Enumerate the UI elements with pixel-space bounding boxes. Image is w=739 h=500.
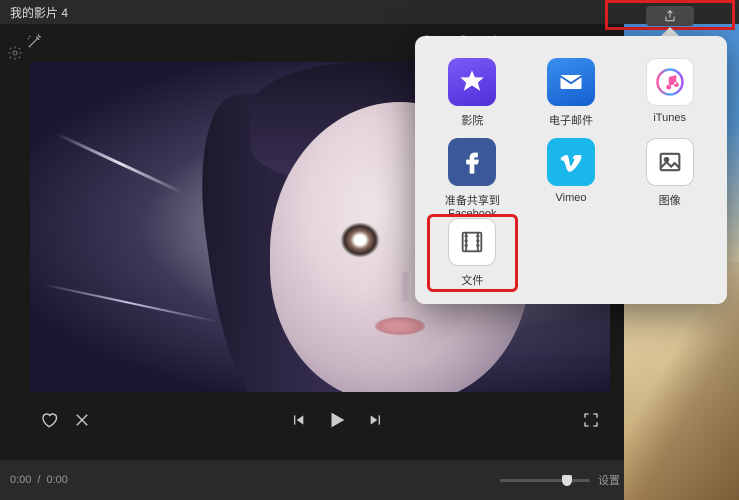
shuffle-icon[interactable] xyxy=(73,411,91,429)
project-title: 我的影片 4 xyxy=(10,4,68,21)
share-option-image[interactable]: 图像 xyxy=(624,134,715,210)
share-option-itunes[interactable]: iTunes xyxy=(624,54,715,130)
share-icon xyxy=(663,9,677,23)
settings-gear-icon[interactable] xyxy=(6,44,24,62)
magic-wand-icon[interactable] xyxy=(25,33,43,51)
current-time: 0:00 xyxy=(10,474,31,486)
duration: 0:00 xyxy=(46,474,67,486)
share-label: 文件 xyxy=(461,272,483,286)
share-option-file[interactable]: 文件 xyxy=(427,214,518,292)
share-option-vimeo[interactable]: Vimeo xyxy=(526,134,617,210)
share-label: 电子邮件 xyxy=(549,112,593,126)
favorite-icon[interactable] xyxy=(40,411,58,429)
share-button[interactable] xyxy=(646,6,694,26)
share-label: 准备共享到 Facebook xyxy=(431,192,514,206)
share-label: iTunes xyxy=(653,112,686,126)
next-icon[interactable] xyxy=(368,412,384,428)
previous-icon[interactable] xyxy=(290,412,306,428)
fullscreen-icon[interactable] xyxy=(582,411,600,429)
playback-controls xyxy=(30,400,610,440)
share-label: 影院 xyxy=(461,112,483,126)
share-option-email[interactable]: 电子邮件 xyxy=(526,54,617,130)
image-icon xyxy=(646,138,694,186)
itunes-icon xyxy=(646,58,694,106)
share-popover: 影院 电子邮件 iTunes 准备共享到 Facebook Vimeo xyxy=(415,36,727,304)
theater-icon xyxy=(448,58,496,106)
vimeo-icon xyxy=(547,138,595,186)
share-label: 图像 xyxy=(659,192,681,206)
share-option-theater[interactable]: 影院 xyxy=(427,54,518,130)
zoom-slider[interactable] xyxy=(500,479,590,482)
share-option-facebook[interactable]: 准备共享到 Facebook xyxy=(427,134,518,210)
email-icon xyxy=(547,58,595,106)
file-icon xyxy=(448,218,496,266)
play-icon[interactable] xyxy=(326,409,348,431)
time-separator: / xyxy=(37,474,40,486)
timeline-bar: 0:00 / 0:00 设置 xyxy=(0,460,630,500)
share-button-highlight xyxy=(605,0,735,30)
share-label: Vimeo xyxy=(556,192,587,206)
facebook-icon xyxy=(448,138,496,186)
settings-label[interactable]: 设置 xyxy=(598,472,620,488)
